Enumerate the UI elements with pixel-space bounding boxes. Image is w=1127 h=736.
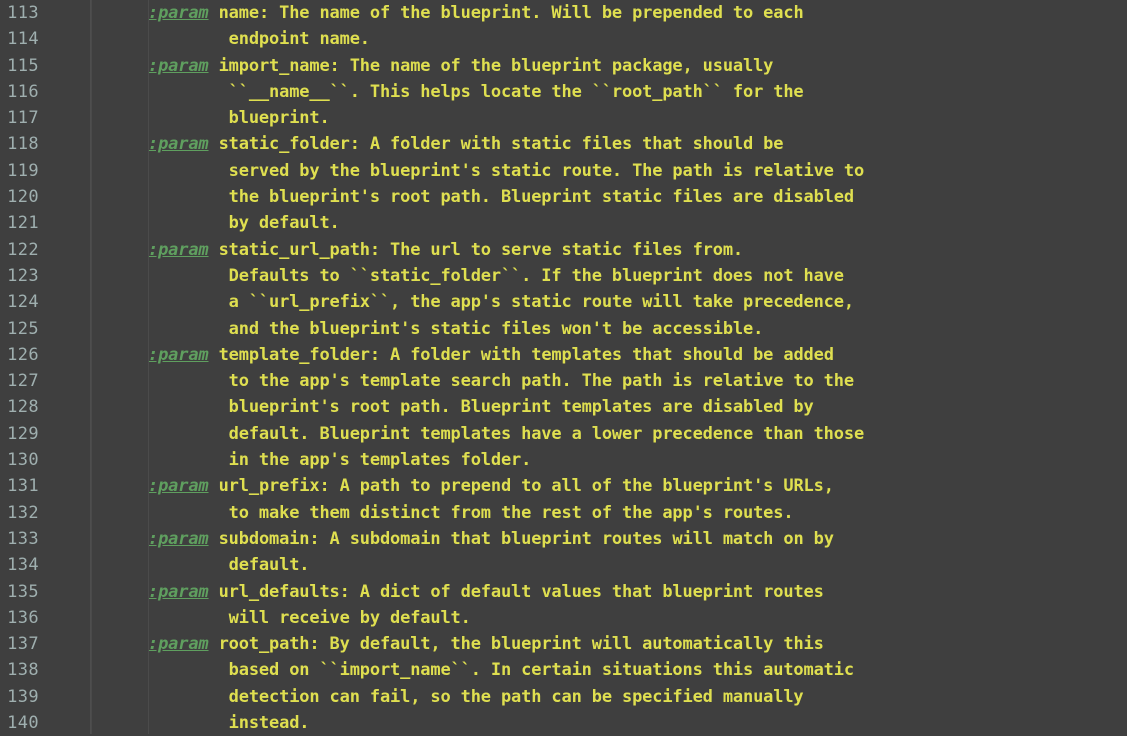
code-line-text: template_folder: A folder with templates… [208,344,834,365]
code-line-text: default. Blueprint templates have a lowe… [148,423,865,444]
code-line-text: served by the blueprint's static route. … [148,160,865,181]
param-keyword: :param [148,476,209,497]
line-number: 119 [7,160,39,181]
code-line[interactable]: :param root_path: By default, the bluepr… [148,631,1127,657]
code-line-text: by default. [148,213,340,234]
code-line[interactable]: :param static_url_path: The url to serve… [148,237,1127,263]
code-line[interactable]: the blueprint's root path. Blueprint sta… [148,184,1127,210]
line-number: 131 [7,476,39,497]
code-line[interactable]: in the app's templates folder. [148,447,1127,473]
code-line[interactable]: detection can fail, so the path can be s… [148,684,1127,710]
line-number: 125 [7,318,39,339]
line-number: 130 [7,450,39,471]
param-keyword: :param [148,344,209,365]
code-line[interactable]: based on ``import_name``. In certain sit… [148,657,1127,683]
code-line[interactable]: Defaults to ``static_folder``. If the bl… [148,263,1127,289]
code-line[interactable]: a ``url_prefix``, the app's static route… [148,289,1127,315]
code-line[interactable]: :param url_prefix: A path to prepend to … [148,473,1127,499]
line-number: 140 [7,713,39,734]
code-line-text: url_prefix: A path to prepend to all of … [208,476,834,497]
code-line[interactable]: by default. [148,210,1127,236]
line-number-gutter: 113 114 115 116 117 118 119 120 121 122 123 124 125 1… [0,0,92,734]
line-number: 122 [7,239,39,260]
code-line-text: default. [148,555,310,576]
code-line-text: will receive by default. [148,607,471,628]
code-line[interactable]: ``__name__``. This helps locate the ``ro… [148,79,1127,105]
code-line[interactable]: :param url_defaults: A dict of default v… [148,579,1127,605]
code-line-text: blueprint's root path. Blueprint templat… [148,397,814,418]
line-number: 124 [7,292,39,313]
line-number: 128 [7,397,39,418]
code-line-text: instead. [148,713,310,734]
code-line[interactable]: :param static_folder: A folder with stat… [148,131,1127,157]
param-keyword: :param [148,55,209,76]
line-number: 115 [7,55,39,76]
code-line[interactable]: instead. [148,710,1127,736]
code-line[interactable]: to make them distinct from the rest of t… [148,500,1127,526]
line-number: 137 [7,634,39,655]
code-line-text: import_name: The name of the blueprint p… [208,55,774,76]
code-line-text: to make them distinct from the rest of t… [148,502,794,523]
line-number: 121 [7,213,39,234]
param-keyword: :param [148,634,209,655]
code-line-text: in the app's templates folder. [148,450,532,471]
line-number: 135 [7,581,39,602]
code-line-text: and the blueprint's static files won't b… [148,318,764,339]
code-editor[interactable]: 113 114 115 116 117 118 119 120 121 122 123 124 125 1… [0,0,1127,734]
code-line-text: url_defaults: A dict of default values t… [208,581,824,602]
code-line-text: static_folder: A folder with static file… [208,134,784,155]
code-line[interactable]: and the blueprint's static files won't b… [148,316,1127,342]
code-line[interactable]: default. Blueprint templates have a lowe… [148,421,1127,447]
line-number: 113 [7,3,39,23]
line-number: 132 [7,502,39,523]
code-line-text: to the app's template search path. The p… [148,371,854,392]
code-line-text: blueprint. [148,108,330,129]
param-keyword: :param [148,239,209,260]
param-keyword: :param [148,3,209,23]
code-line[interactable]: to the app's template search path. The p… [148,368,1127,394]
line-number: 126 [7,344,39,365]
line-number: 123 [7,265,39,286]
code-line[interactable]: :param subdomain: A subdomain that bluep… [148,526,1127,552]
code-line-text: name: The name of the blueprint. Will be… [208,3,804,23]
line-number: 117 [7,108,39,129]
param-keyword: :param [148,134,209,155]
line-number: 129 [7,423,39,444]
code-line[interactable]: :param name: The name of the blueprint. … [148,0,1127,26]
line-number: 114 [7,29,39,50]
code-line-text: Defaults to ``static_folder``. If the bl… [148,265,844,286]
line-number: 127 [7,371,39,392]
code-line-text: based on ``import_name``. In certain sit… [148,660,854,681]
code-line[interactable]: served by the blueprint's static route. … [148,158,1127,184]
param-keyword: :param [148,528,209,549]
code-line[interactable]: blueprint. [148,105,1127,131]
line-number: 134 [7,555,39,576]
code-line-text: ``__name__``. This helps locate the ``ro… [148,81,804,102]
code-line-text: subdomain: A subdomain that blueprint ro… [208,528,834,549]
code-line-text: detection can fail, so the path can be s… [148,686,804,707]
line-number: 133 [7,528,39,549]
code-line[interactable]: :param template_folder: A folder with te… [148,342,1127,368]
code-line[interactable]: will receive by default. [148,605,1127,631]
code-line[interactable]: :param import_name: The name of the blue… [148,53,1127,79]
line-number: 136 [7,607,39,628]
code-line[interactable]: endpoint name. [148,26,1127,52]
line-number: 138 [7,660,39,681]
code-line-text: the blueprint's root path. Blueprint sta… [148,187,854,208]
code-text-area[interactable]: :param name: The name of the blueprint. … [91,0,1127,734]
code-line-text: endpoint name. [148,29,370,50]
line-number: 118 [7,134,39,155]
line-number: 116 [7,81,39,102]
param-keyword: :param [148,581,209,602]
code-line-text: a ``url_prefix``, the app's static route… [148,292,854,313]
code-line-text: static_url_path: The url to serve static… [208,239,744,260]
code-line[interactable]: blueprint's root path. Blueprint templat… [148,394,1127,420]
line-number: 120 [7,187,39,208]
code-line[interactable]: default. [148,552,1127,578]
line-number: 139 [7,686,39,707]
code-line-text: root_path: By default, the blueprint wil… [208,634,824,655]
